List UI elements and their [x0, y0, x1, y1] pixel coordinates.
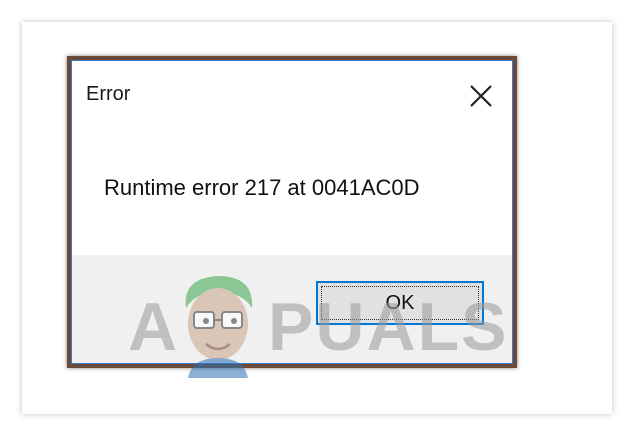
screenshot-stage: Error Runtime error 217 at 0041AC0D OK A — [0, 0, 636, 440]
dialog-footer: OK — [72, 255, 512, 363]
close-button[interactable] — [464, 79, 498, 113]
dialog-titlebar[interactable]: Error — [72, 61, 512, 119]
error-message: Runtime error 217 at 0041AC0D — [104, 175, 420, 200]
error-dialog: Error Runtime error 217 at 0041AC0D OK — [71, 60, 513, 364]
dialog-title: Error — [86, 83, 131, 105]
dialog-content: Runtime error 217 at 0041AC0D — [72, 119, 512, 255]
ok-button[interactable]: OK — [316, 281, 484, 325]
close-icon — [470, 85, 492, 107]
